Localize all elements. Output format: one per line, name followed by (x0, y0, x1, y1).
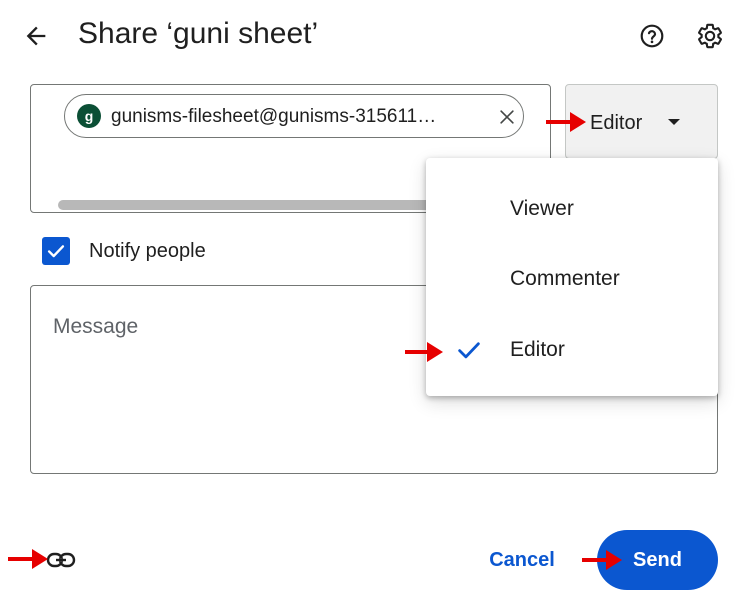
check-icon (47, 245, 65, 258)
caret-down-icon (668, 119, 680, 125)
annotation-arrow (582, 550, 622, 570)
remove-recipient-button[interactable] (493, 103, 521, 131)
check-icon (458, 342, 480, 359)
close-icon (500, 110, 514, 124)
help-icon (640, 24, 664, 48)
message-placeholder: Message (53, 315, 139, 338)
gear-icon (698, 23, 722, 49)
link-icon (46, 552, 76, 568)
menu-item-viewer[interactable]: Viewer (426, 173, 718, 243)
avatar: g (77, 104, 101, 128)
menu-item-commenter[interactable]: Commenter (426, 243, 718, 313)
cancel-button[interactable]: Cancel (478, 538, 566, 582)
menu-item-label: Commenter (510, 267, 620, 290)
settings-button[interactable] (694, 20, 726, 52)
copy-link-button[interactable] (44, 546, 78, 574)
notify-people-checkbox[interactable] (42, 237, 70, 265)
menu-item-label: Viewer (510, 197, 574, 220)
menu-item-editor[interactable]: Editor (426, 314, 718, 384)
recipient-chip[interactable]: g gunisms-filesheet@gunisms-315611… (64, 94, 524, 138)
back-button[interactable] (18, 18, 54, 54)
horizontal-scrollbar[interactable] (58, 200, 436, 210)
annotation-arrow (546, 112, 586, 132)
annotation-arrow (8, 549, 48, 569)
page-title: Share ‘guni sheet’ (78, 17, 319, 50)
menu-item-label: Editor (510, 338, 565, 361)
notify-people-label: Notify people (89, 240, 206, 262)
recipient-email: gunisms-filesheet@gunisms-315611… (111, 106, 437, 127)
role-dropdown-button[interactable]: Editor (565, 84, 718, 159)
role-dropdown-label: Editor (590, 112, 643, 134)
help-button[interactable] (636, 20, 668, 52)
role-menu: Viewer Commenter Editor (426, 158, 718, 396)
arrow-back-icon (26, 26, 46, 46)
annotation-arrow (405, 342, 443, 362)
